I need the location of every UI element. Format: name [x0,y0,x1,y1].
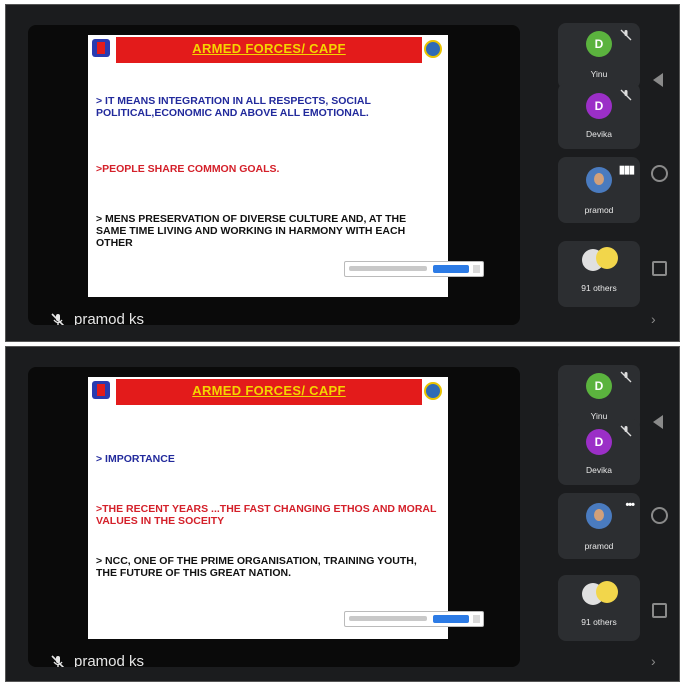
slide-title: ARMED FORCES/ CAPF [192,41,346,56]
slide-point-3: > NCC, ONE OF THE PRIME ORGANISATION, TR… [96,555,417,579]
mic-off-icon [51,655,65,667]
share-bar-text [349,616,427,621]
participant-tile-devika[interactable]: D Devika [558,83,640,149]
participant-tile-others[interactable]: 91 others [558,241,640,307]
participant-tile-devika[interactable]: D Devika [558,419,640,485]
avatar [586,167,612,193]
slide-title: ARMED FORCES/ CAPF [192,383,346,398]
group-avatar-icon [596,247,618,269]
avatar: D [586,373,612,399]
presentation-slide: ARMED FORCES/ CAPF > IMPORTANCE >THE REC… [88,377,484,639]
participant-name: 91 others [581,283,617,293]
participant-name: pramod [584,541,614,551]
participant-name: pramod [584,205,614,215]
avatar: D [586,93,612,119]
presentation-slide: ARMED FORCES/ CAPF > IT MEANS INTEGRATIO… [88,35,484,297]
participant-tile-pramod[interactable]: ▮▮▮ pramod [558,157,640,223]
participant-tile-pramod[interactable]: ••• pramod [558,493,640,559]
home-circle-icon[interactable] [651,507,668,524]
meeting-screenshot-1: ARMED FORCES/ CAPF > IT MEANS INTEGRATIO… [5,4,680,342]
slide-point-2: >PEOPLE SHARE COMMON GOALS. [96,163,280,175]
avatar [586,503,612,529]
mic-off-icon [620,89,632,101]
speaking-indicator-icon: ▮▮▮ [618,164,635,176]
presentation-stage[interactable]: ARMED FORCES/ CAPF > IMPORTANCE >THE REC… [28,367,520,667]
ncc-logo-icon [92,39,110,57]
chevron-right-icon[interactable]: › [651,653,656,669]
participant-name: Devika [586,129,612,139]
home-circle-icon[interactable] [651,165,668,182]
mic-off-icon [620,29,632,41]
ncc-logo-icon [92,381,110,399]
share-bar-text [349,266,427,271]
android-nav-bar: › [641,347,679,681]
screen-share-bar[interactable] [344,611,484,627]
slide-point-1: > IMPORTANCE [96,453,175,465]
mic-off-icon [620,425,632,437]
hide-bar-button[interactable] [473,615,480,623]
presenter-name: pramod ks [74,653,145,667]
slide-title-bar: ARMED FORCES/ CAPF [116,37,422,63]
more-options-icon[interactable]: ••• [625,499,635,511]
participant-name: 91 others [581,617,617,627]
chevron-right-icon[interactable]: › [651,311,656,327]
participant-tile-others[interactable]: 91 others [558,575,640,641]
group-avatar-icon [596,581,618,603]
slide-point-1: > IT MEANS INTEGRATION IN ALL RESPECTS, … [96,95,371,119]
recents-square-icon[interactable] [652,261,667,276]
stop-sharing-button[interactable] [433,615,469,623]
meeting-screenshot-2: ARMED FORCES/ CAPF > IMPORTANCE >THE REC… [5,346,680,682]
avatar: D [586,31,612,57]
avatar: D [586,429,612,455]
mic-off-icon [620,371,632,383]
participant-name: Yinu [590,69,608,79]
android-nav-bar: › [641,5,679,341]
emblem-logo-icon [424,382,442,400]
back-triangle-icon[interactable] [653,415,663,429]
hide-bar-button[interactable] [473,265,480,273]
mic-off-icon [51,313,65,325]
slide-title-bar: ARMED FORCES/ CAPF [116,379,422,405]
participant-name: Devika [586,465,612,475]
presentation-stage[interactable]: ARMED FORCES/ CAPF > IT MEANS INTEGRATIO… [28,25,520,325]
back-triangle-icon[interactable] [653,73,663,87]
participant-tile-yinu[interactable]: D Yinu [558,23,640,89]
slide-point-3: > MENS PRESERVATION OF DIVERSE CULTURE A… [96,213,407,249]
presenter-name: pramod ks [74,311,145,325]
emblem-logo-icon [424,40,442,58]
slide-point-2: >THE RECENT YEARS ...THE FAST CHANGING E… [96,503,437,527]
recents-square-icon[interactable] [652,603,667,618]
stop-sharing-button[interactable] [433,265,469,273]
screen-share-bar[interactable] [344,261,484,277]
